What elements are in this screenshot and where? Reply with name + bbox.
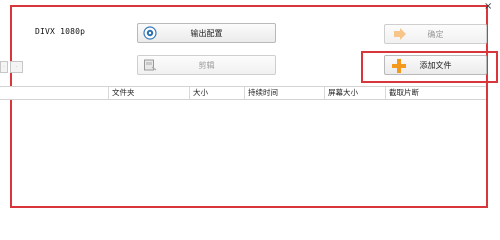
confirm-label: 确定 (427, 29, 444, 39)
mini-tool-button[interactable]: · (0, 61, 8, 73)
edit-button[interactable]: 剪辑 (137, 55, 276, 75)
mini-tool-button[interactable]: · (10, 61, 23, 73)
edit-label: 剪辑 (198, 60, 215, 70)
film-edit-icon (143, 58, 157, 72)
add-file-highlight (361, 51, 498, 83)
gear-disc-icon (143, 26, 157, 40)
arrow-right-icon (393, 27, 407, 41)
column-header[interactable] (0, 87, 108, 99)
column-header-duration[interactable]: 持续时间 (244, 87, 324, 99)
column-header-size[interactable]: 大小 (189, 87, 244, 99)
confirm-button[interactable]: 确定 (384, 24, 487, 44)
output-config-label: 输出配置 (190, 28, 223, 38)
file-table-header: 文件夹 大小 持续时间 屏幕大小 截取片断 (0, 86, 486, 100)
output-config-button[interactable]: 输出配置 (137, 23, 276, 43)
column-header-clip[interactable]: 截取片断 (385, 87, 486, 99)
column-header-screen-size[interactable]: 屏幕大小 (324, 87, 385, 99)
column-header-folder[interactable]: 文件夹 (108, 87, 189, 99)
format-label: DIVX 1080p (35, 27, 86, 36)
close-button[interactable]: × (484, 2, 492, 12)
